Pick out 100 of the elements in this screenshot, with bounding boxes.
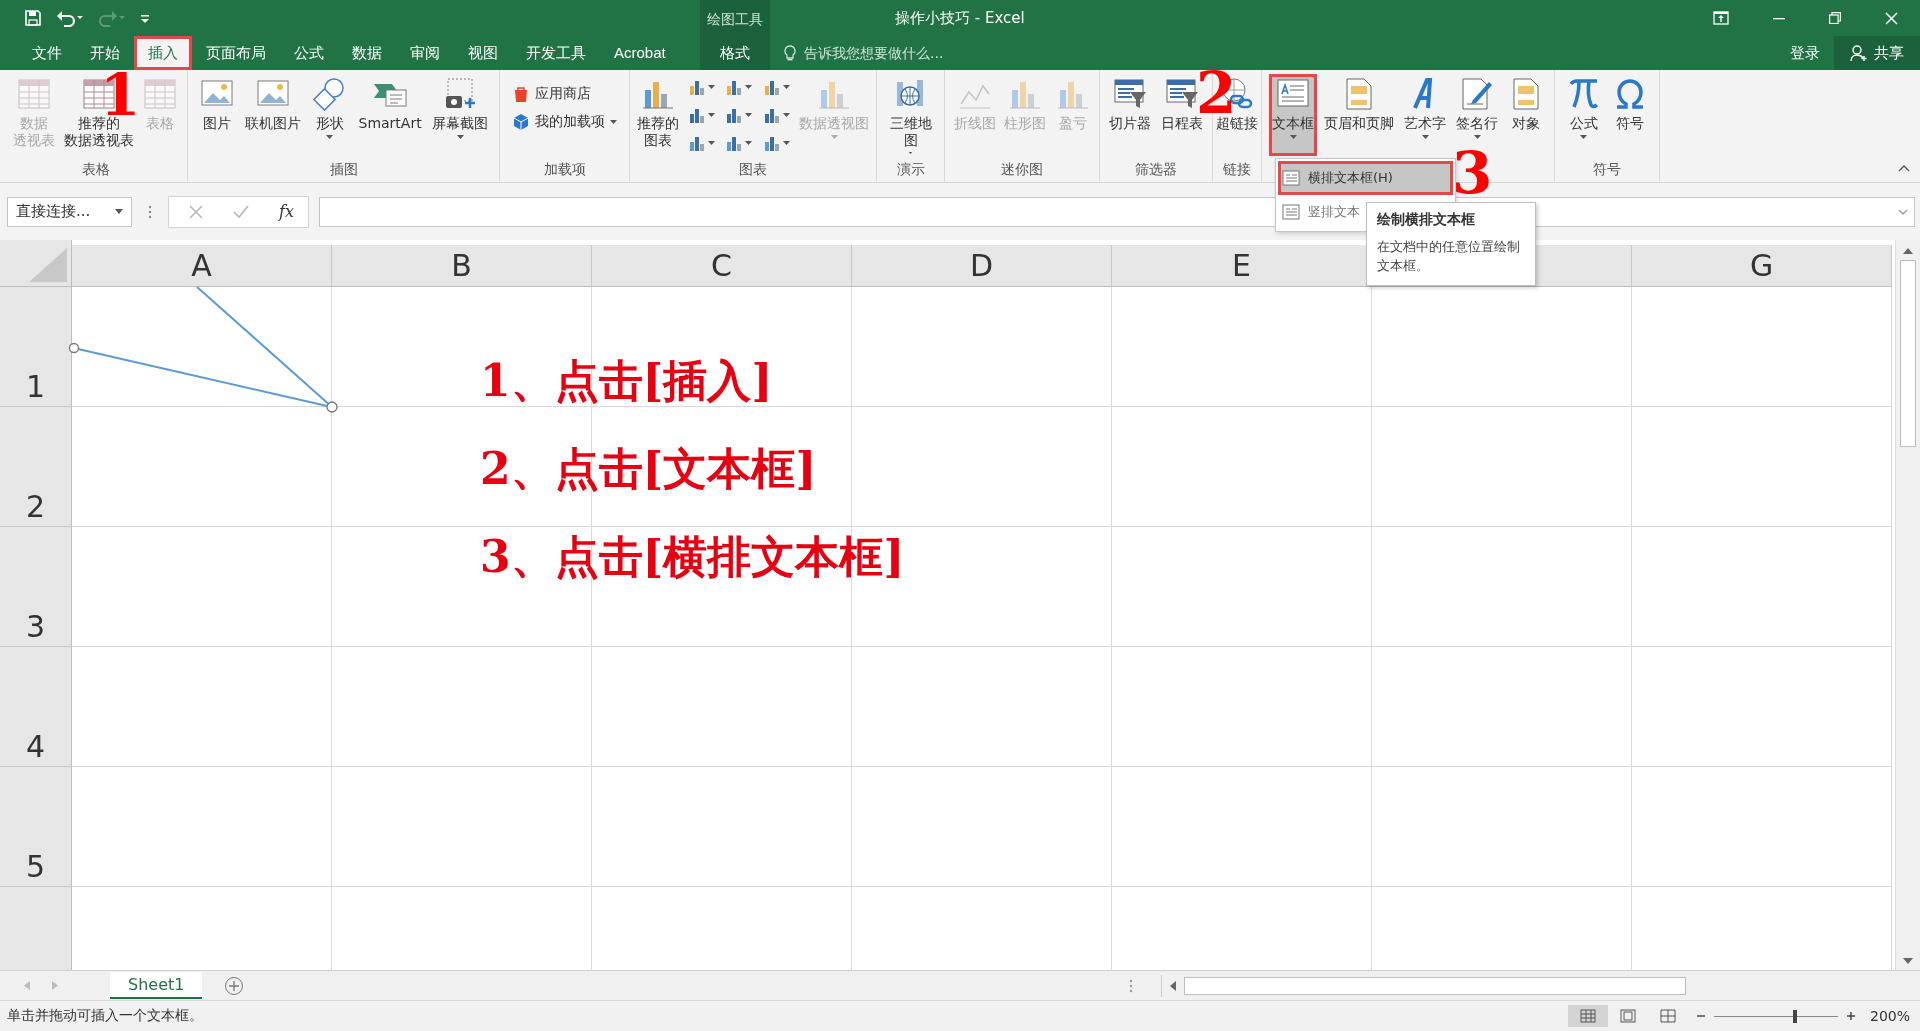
sheet-cell[interactable] — [1632, 647, 1892, 767]
close-icon[interactable] — [1885, 11, 1898, 25]
sheet-cell[interactable] — [332, 647, 592, 767]
cancel-icon[interactable] — [189, 204, 203, 219]
menu-item[interactable]: 横排文本框(H) — [1278, 161, 1453, 195]
ribbon-tab[interactable]: 格式 — [700, 36, 770, 70]
restore-icon[interactable] — [1829, 12, 1841, 24]
column-header[interactable]: E — [1232, 248, 1251, 283]
row-header[interactable]: 1 — [25, 369, 46, 404]
sheet-cell[interactable] — [1372, 527, 1632, 647]
grip-icon[interactable] — [1129, 978, 1133, 993]
sheet-cell[interactable] — [1112, 647, 1372, 767]
ribbon-button[interactable]: 我的加载项 — [506, 108, 623, 136]
sheet-cell[interactable] — [1632, 287, 1892, 407]
zoom-in-icon[interactable] — [1845, 1011, 1856, 1021]
row-header[interactable]: 2 — [25, 489, 46, 524]
sheet-cell[interactable] — [1632, 527, 1892, 647]
sheet-cell[interactable] — [332, 767, 592, 887]
ribbon-button[interactable]: 形状 — [308, 74, 351, 156]
ribbon-button[interactable]: 屏幕截图 — [429, 74, 492, 156]
row-header[interactable]: 3 — [25, 609, 46, 644]
insert-function-button[interactable]: fx — [279, 202, 294, 221]
undo-icon[interactable] — [56, 9, 84, 27]
zoom-slider[interactable] — [1792, 1009, 1797, 1023]
selected-line[interactable] — [68, 342, 338, 413]
ribbon-tab[interactable]: 数据 — [338, 36, 396, 70]
ribbon-button[interactable]: SmartArt — [355, 74, 425, 156]
grip-icon[interactable] — [148, 204, 152, 219]
ribbon-tab[interactable]: 开发工具 — [512, 36, 600, 70]
sheet-cell[interactable] — [1112, 287, 1372, 407]
scroll-up-icon[interactable] — [1903, 248, 1913, 254]
sheet-cell[interactable] — [1112, 527, 1372, 647]
text-box[interactable]: 1、点击[插入] 2、点击[文本框] 3、点击[横排文本框] — [480, 352, 905, 586]
column-header[interactable]: D — [969, 248, 994, 283]
sheet-tab[interactable]: Sheet1 — [110, 972, 203, 999]
sheet-cell[interactable] — [1112, 407, 1372, 527]
normal-view-icon[interactable] — [1567, 1005, 1608, 1027]
column-header[interactable]: G — [1749, 248, 1774, 283]
sheet-cell[interactable] — [72, 527, 332, 647]
save-icon[interactable] — [24, 9, 42, 27]
ribbon-tab[interactable]: 文件 — [18, 36, 76, 70]
ribbon-display-icon[interactable] — [1713, 11, 1729, 25]
ribbon-button[interactable]: 符号 — [1609, 74, 1652, 156]
sheet-cell[interactable] — [1632, 767, 1892, 887]
ribbon-button[interactable]: 文本框 — [1269, 74, 1317, 156]
sheet-cell[interactable] — [1112, 767, 1372, 887]
ribbon-button[interactable]: 联机图片 — [242, 74, 305, 156]
sheet-cell[interactable] — [72, 647, 332, 767]
column-header[interactable]: A — [191, 248, 212, 283]
next-sheet-icon[interactable] — [52, 981, 58, 990]
ribbon-tab[interactable]: 开始 — [76, 36, 134, 70]
select-all-icon[interactable] — [29, 248, 67, 282]
sheet-cell[interactable] — [592, 767, 852, 887]
scroll-down-icon[interactable] — [1903, 958, 1913, 964]
sheet-cell[interactable] — [1632, 407, 1892, 527]
ribbon-button[interactable]: 三维地 图 — [886, 74, 935, 156]
row-header[interactable]: 5 — [25, 849, 46, 884]
sheet-cell[interactable] — [852, 647, 1112, 767]
ribbon-tab[interactable]: 审阅 — [396, 36, 454, 70]
previous-sheet-icon[interactable] — [24, 981, 30, 990]
sheet-cell[interactable] — [1372, 407, 1632, 527]
column-header[interactable]: C — [711, 248, 732, 283]
sheet-cell[interactable] — [72, 767, 332, 887]
sheet-cell[interactable] — [592, 647, 852, 767]
name-box[interactable]: 直接连接... — [7, 196, 132, 227]
row-header[interactable]: 4 — [25, 729, 46, 764]
add-sheet-icon[interactable] — [224, 975, 245, 996]
expand-icon[interactable] — [1898, 208, 1908, 215]
ribbon-tab[interactable]: 插入 — [134, 36, 192, 70]
bar-chart-icon — [763, 134, 782, 152]
scroll-left-icon[interactable] — [1170, 980, 1176, 991]
ribbon-button[interactable]: 艺术字 — [1401, 74, 1449, 156]
ribbon-button[interactable]: 页眉和页脚 — [1321, 74, 1397, 156]
ribbon-tab[interactable]: 视图 — [454, 36, 512, 70]
table-icon — [142, 76, 179, 112]
ribbon-button[interactable]: 切片器 — [1106, 74, 1155, 156]
share-button[interactable]: 共享 — [1834, 36, 1920, 70]
sign-in-link[interactable]: 登录 — [1776, 36, 1834, 70]
ribbon-button[interactable]: 公式 — [1562, 74, 1605, 156]
check-icon[interactable] — [233, 204, 249, 219]
zoom-level[interactable]: 200% — [1863, 1008, 1920, 1024]
column-header[interactable]: B — [451, 248, 472, 283]
ribbon-tab[interactable]: 页面布局 — [192, 36, 280, 70]
ribbon-tab[interactable]: 公式 — [280, 36, 338, 70]
sheet-cell[interactable] — [1372, 287, 1632, 407]
sheet-cell[interactable] — [852, 287, 1112, 407]
sheet-cell[interactable] — [1372, 767, 1632, 887]
ribbon-button[interactable]: 应用商店 — [506, 80, 623, 108]
ribbon-button[interactable]: 图片 — [195, 74, 238, 156]
sheet-cell[interactable] — [852, 767, 1112, 887]
tell-me-field[interactable]: 告诉我您想要做什么... — [802, 44, 1066, 62]
sheet-cell[interactable] — [1372, 647, 1632, 767]
caret-icon — [115, 209, 123, 214]
collapse-ribbon-icon[interactable] — [1898, 165, 1910, 172]
sheet-cell[interactable] — [852, 407, 1112, 527]
customize-icon[interactable] — [140, 12, 150, 24]
ribbon-tab[interactable]: Acrobat — [600, 36, 680, 70]
ribbon-button[interactable]: 推荐的 图表 — [633, 74, 682, 156]
scrollbar-thumb[interactable] — [1900, 260, 1916, 447]
ribbon-button[interactable]: 对象 — [1505, 74, 1547, 156]
